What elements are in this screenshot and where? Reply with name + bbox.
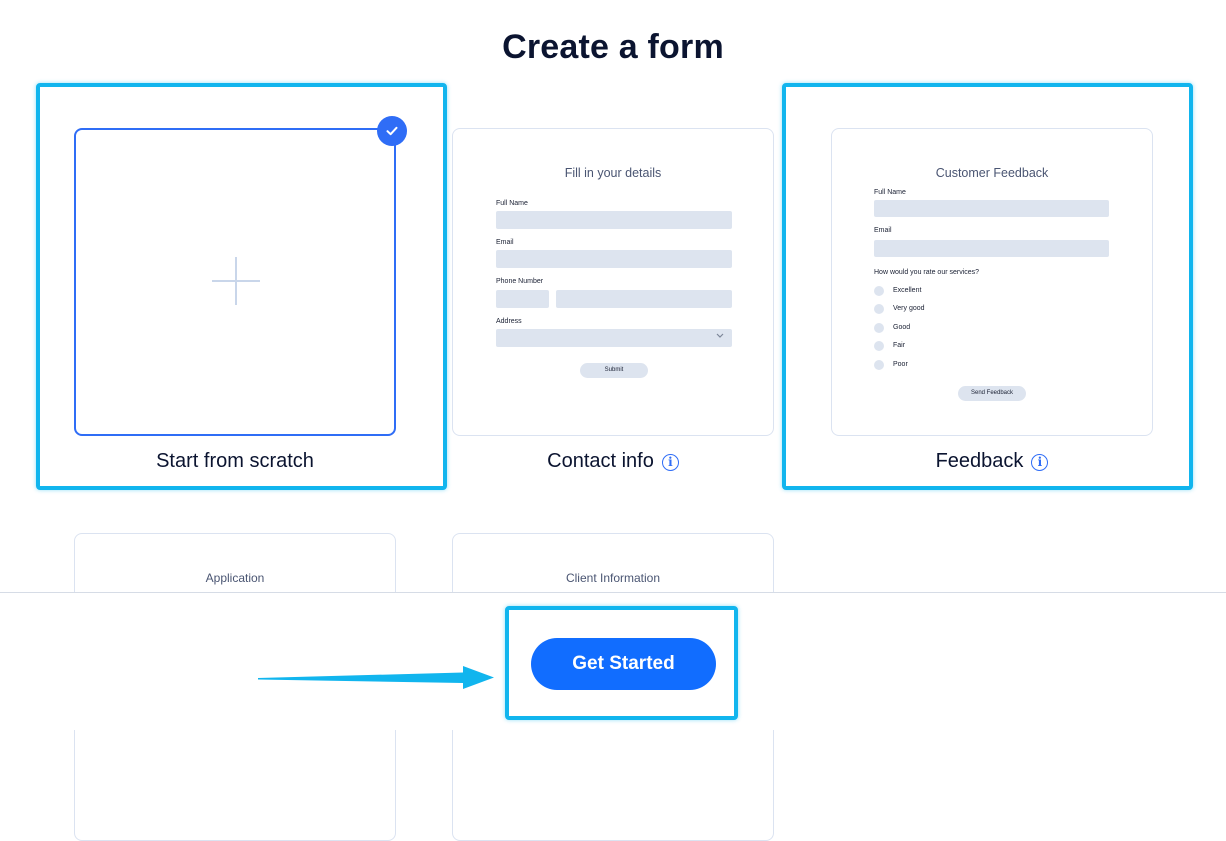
preview-label: Full Name <box>496 200 528 207</box>
footer-divider <box>0 592 1226 593</box>
preview-title: Application <box>205 571 265 585</box>
preview-label: Phone Number <box>496 278 544 285</box>
card-contact-info[interactable]: Fill in your details Full Name Email Pho… <box>452 128 774 436</box>
highlight-frame <box>36 83 447 490</box>
preview-title: Client Information <box>565 571 661 585</box>
preview-label: Address <box>496 318 522 325</box>
preview-field <box>496 211 732 229</box>
preview-submit-button: Submit <box>580 363 648 378</box>
highlight-frame <box>505 606 738 720</box>
page-title: Create a form <box>502 28 724 66</box>
card-label-contact: Contact info i <box>452 450 774 473</box>
arrow-right-icon <box>258 666 494 689</box>
preview-label: Email <box>496 239 514 246</box>
preview-field <box>496 250 732 268</box>
card-label-contact-text: Contact info <box>547 450 654 472</box>
highlight-frame <box>782 83 1193 490</box>
chevron-down-icon <box>716 332 724 341</box>
preview-field <box>556 290 732 308</box>
preview-select <box>496 329 732 347</box>
preview-title: Fill in your details <box>564 166 662 180</box>
info-icon[interactable]: i <box>661 454 679 471</box>
preview-field <box>496 290 549 308</box>
